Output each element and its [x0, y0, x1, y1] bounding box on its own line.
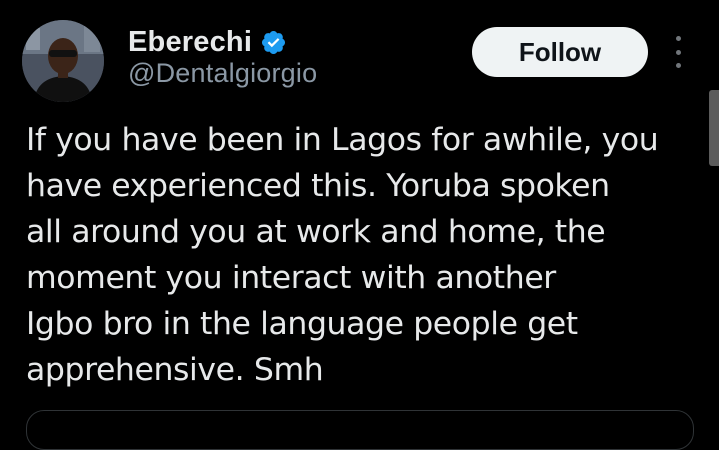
follow-button[interactable]: Follow: [472, 27, 648, 77]
more-vertical-icon[interactable]: [670, 36, 686, 68]
verified-badge-icon: [262, 30, 286, 54]
dot: [675, 63, 681, 68]
scrollbar-thumb[interactable]: [709, 90, 719, 166]
display-name[interactable]: Eberechi: [128, 26, 252, 59]
tweet-text: If you have been in Lagos for awhile, yo…: [26, 122, 659, 388]
user-handle[interactable]: @Dentalgiorgio: [128, 58, 317, 89]
user-name-row: Eberechi: [128, 22, 287, 62]
quoted-media-card[interactable]: [26, 410, 694, 450]
dot: [675, 49, 681, 55]
avatar[interactable]: [22, 20, 104, 102]
dot: [675, 36, 681, 41]
avatar-photo: [22, 20, 104, 102]
